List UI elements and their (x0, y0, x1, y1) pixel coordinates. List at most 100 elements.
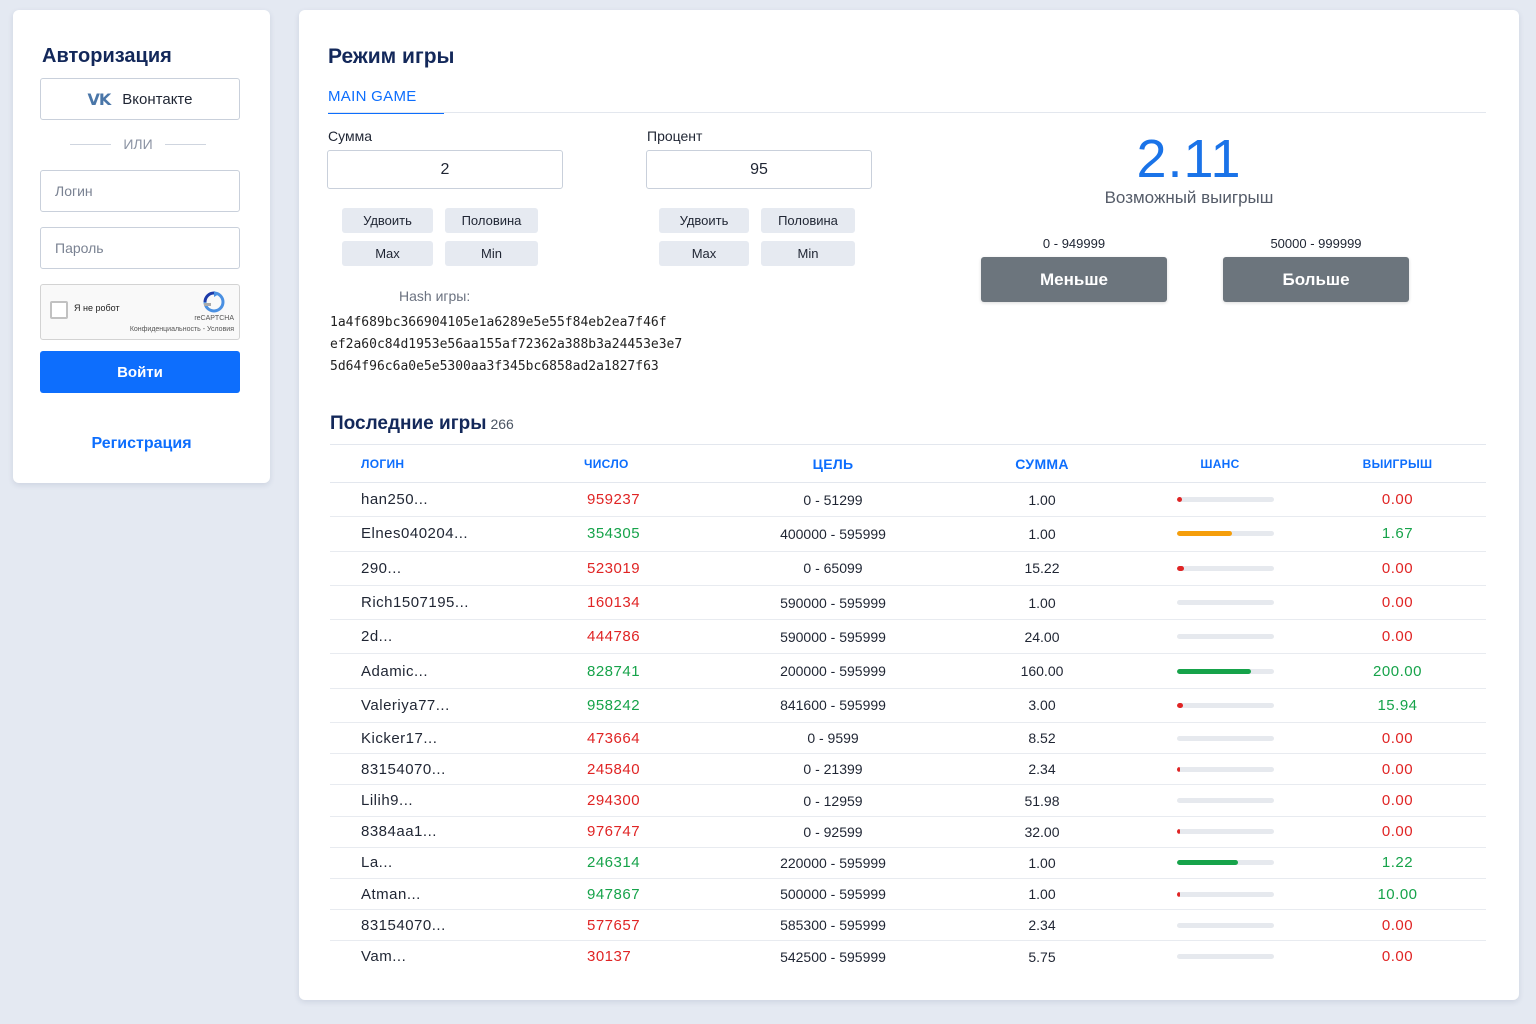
game-mode-title: Режим игры (328, 45, 455, 68)
row-login[interactable]: 2d... (330, 619, 557, 655)
login-input[interactable] (40, 170, 240, 212)
row-login[interactable]: Adamic... (330, 653, 557, 689)
column-sum: Сумма (953, 444, 1131, 483)
row-login[interactable]: Elnes040204... (330, 516, 557, 552)
sum-input[interactable] (327, 150, 563, 189)
row-win: 10.00 (1309, 878, 1486, 911)
table-row: Valeriya77... 958242 841600 - 595999 3.00 15… (330, 688, 1486, 724)
chance-bar-fill (1177, 497, 1182, 503)
recaptcha-logo-icon (203, 291, 225, 313)
register-link[interactable]: Регистрация (13, 435, 270, 453)
chance-bar-fill (1177, 829, 1180, 835)
row-target: 200000 - 595999 (713, 653, 953, 689)
vk-login-button[interactable]: VK Вконтакте (40, 78, 240, 120)
or-divider: ИЛИ (70, 136, 206, 152)
login-button[interactable]: Войти (40, 351, 240, 393)
row-number: 958242 (557, 688, 713, 724)
less-button[interactable]: Меньше (981, 257, 1167, 302)
row-chance (1131, 909, 1309, 942)
hash-line: 5d64f96c6a0e5e5300aa3f345bc6858ad2a1827f… (330, 359, 659, 374)
row-win: 0.00 (1381, 948, 1414, 966)
row-chance (1131, 753, 1309, 786)
row-sum: 51.98 (953, 784, 1131, 817)
row-number: 976747 (557, 816, 713, 848)
more-button[interactable]: Больше (1223, 257, 1409, 302)
row-number: 354305 (557, 516, 713, 552)
tab-main-game[interactable]: MAIN GAME (328, 88, 444, 114)
hash-label: Hash игры: (399, 288, 471, 304)
table-row: Atman... 947867 500000 - 595999 1.00 10.00 (330, 878, 1486, 911)
chance-bar (1177, 735, 1274, 741)
row-sum: 2.34 (953, 753, 1131, 786)
row-sum: 32.00 (953, 816, 1131, 848)
row-target: 220000 - 595999 (713, 847, 953, 880)
row-sum: 2.34 (953, 909, 1131, 942)
percent-min-button[interactable]: Min (761, 241, 855, 266)
chance-bar-fill (1177, 531, 1233, 537)
row-chance (1131, 653, 1309, 689)
recent-games-table: Логин Число Цель Сумма Шанс Выигрыш han2… (330, 444, 1486, 972)
chance-bar (1177, 922, 1274, 928)
percent-half-button[interactable]: Половина (761, 208, 855, 233)
percent-input[interactable] (646, 150, 872, 189)
row-login[interactable]: 83154070... (330, 909, 557, 942)
row-number: 828741 (557, 653, 713, 689)
percent-double-button[interactable]: Удвоить (659, 208, 749, 233)
payout-label: Возможный выигрыш (1104, 188, 1274, 207)
sum-double-button[interactable]: Удвоить (342, 208, 433, 233)
row-win: 1.22 (1309, 847, 1486, 880)
row-win: 0.00 (1309, 909, 1486, 942)
recaptcha-checkbox[interactable] (50, 301, 68, 319)
row-win: 0.00 (1309, 753, 1486, 786)
table-row: 290... 523019 0 - 65099 15.22 0.00 (330, 551, 1486, 586)
password-input[interactable] (40, 227, 240, 269)
divider-line (70, 143, 112, 145)
sum-max-button[interactable]: Max (342, 241, 433, 266)
row-target: 590000 - 595999 (713, 585, 953, 621)
column-login: Логин (330, 444, 557, 483)
row-number: 30137 (587, 948, 632, 966)
chance-bar-fill (1177, 565, 1184, 571)
column-target: Цель (713, 444, 953, 483)
row-target: 542500 - 595999 (780, 948, 886, 965)
recaptcha-label: Я не робот (74, 303, 120, 313)
table-row: han250... 959237 0 - 51299 1.00 0.00 (330, 482, 1486, 518)
percent-max-button[interactable]: Max (659, 241, 749, 266)
chance-bar (1177, 829, 1274, 835)
row-login[interactable]: Valeriya77... (330, 688, 557, 724)
row-login[interactable]: han250... (330, 482, 557, 518)
sum-min-button[interactable]: Min (445, 241, 538, 266)
row-login[interactable]: La... (330, 847, 557, 880)
sum-half-button[interactable]: Половина (445, 208, 538, 233)
table-row: 83154070... 245840 0 - 21399 2.34 0.00 (330, 753, 1486, 786)
row-login[interactable]: 83154070... (330, 753, 557, 786)
row-chance (1131, 816, 1309, 848)
row-login[interactable]: Lilih9... (330, 784, 557, 817)
table-row: La... 246314 220000 - 595999 1.00 1.22 (330, 847, 1486, 880)
recaptcha-links[interactable]: Конфиденциальность - Условия (130, 326, 234, 333)
row-login[interactable]: Vam... (330, 941, 557, 972)
row-login[interactable]: Rich1507195... (330, 585, 557, 621)
chance-bar (1177, 668, 1274, 674)
or-label: ИЛИ (123, 136, 153, 152)
sum-label: Сумма (328, 128, 372, 144)
row-chance (1131, 551, 1309, 586)
row-login[interactable]: Atman... (330, 878, 557, 911)
row-sum: 1.00 (953, 585, 1131, 621)
vk-icon: VK (87, 89, 112, 109)
row-sum: 15.22 (953, 551, 1131, 586)
row-login[interactable]: 8384aa1... (330, 816, 557, 848)
recent-games-label: Последние игры (330, 413, 487, 434)
row-login[interactable]: Kicker17... (330, 722, 557, 755)
game-hash: 1a4f689bc366904105e1a6289e5e55f84eb2ea7f… (330, 312, 682, 378)
table-header-row: Логин Число Цель Сумма Шанс Выигрыш (330, 444, 1486, 483)
chance-bar (1177, 702, 1274, 708)
tab-underline (328, 112, 1486, 113)
row-win: 0.00 (1309, 482, 1486, 518)
row-chance (1131, 784, 1309, 817)
row-target: 0 - 65099 (713, 551, 953, 586)
row-win: 15.94 (1309, 688, 1486, 724)
row-win: 200.00 (1309, 653, 1486, 689)
row-login[interactable]: 290... (330, 551, 557, 586)
chance-bar (1177, 798, 1274, 804)
